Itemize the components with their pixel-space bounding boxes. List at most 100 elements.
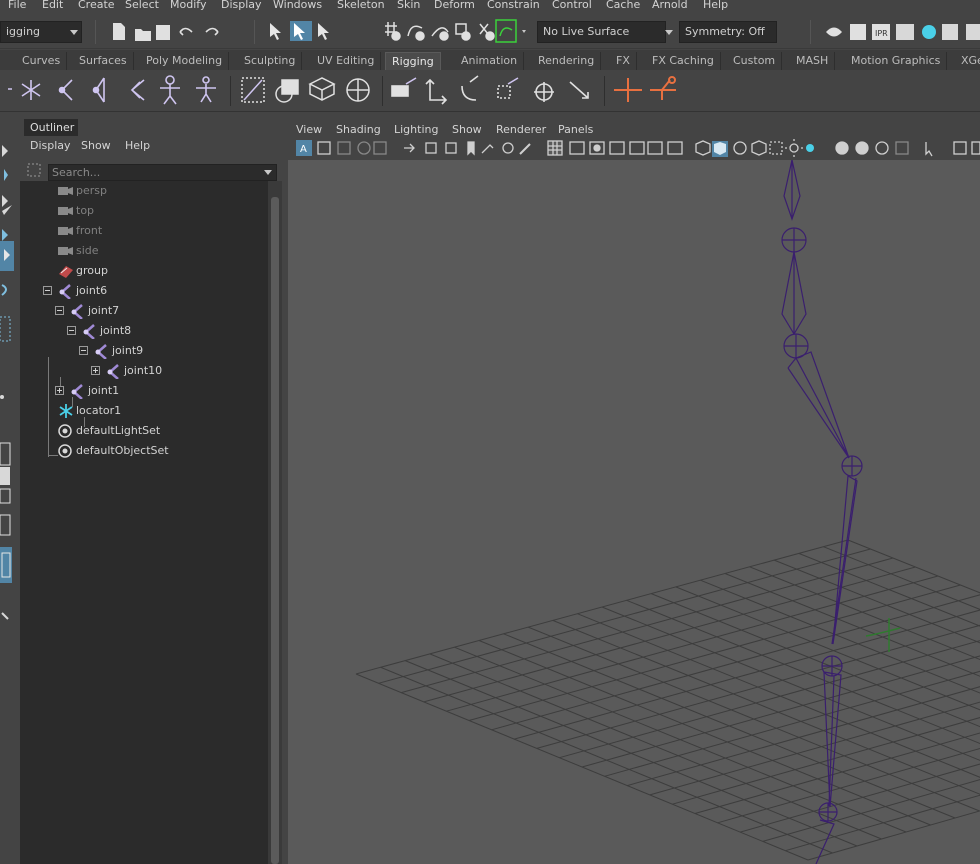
chevron-down-icon[interactable]	[665, 30, 673, 35]
rigging-shelf	[0, 70, 980, 112]
search-placeholder: Search...	[52, 166, 101, 179]
snap-tools-icons[interactable]	[380, 18, 530, 44]
menu-skeleton[interactable]: Skeleton	[337, 0, 385, 11]
menu-constrain[interactable]: Constrain	[487, 0, 540, 11]
list-item[interactable]: group	[20, 261, 268, 281]
tab-uv-editing[interactable]: UV Editing	[311, 52, 382, 70]
list-item[interactable]: defaultLightSet	[20, 421, 268, 441]
viewport-toolbar: A	[286, 138, 980, 159]
panel-menu-shading[interactable]: Shading	[336, 123, 381, 136]
expand-icon[interactable]	[55, 386, 64, 395]
outliner-title-tab[interactable]: Outliner	[24, 119, 78, 136]
toolbar-divider	[254, 20, 255, 44]
item-label: joint7	[88, 304, 120, 317]
select-mode-icons[interactable]	[266, 19, 338, 43]
list-item[interactable]: joint6	[20, 281, 268, 301]
list-item[interactable]: side	[20, 241, 268, 261]
live-surface-label: No Live Surface	[543, 25, 630, 38]
list-item[interactable]: joint8	[20, 321, 268, 341]
menu-create[interactable]: Create	[78, 0, 115, 11]
grid-line	[604, 670, 980, 777]
outliner-menu-show[interactable]: Show	[81, 139, 111, 152]
grid-line	[581, 655, 980, 768]
list-item[interactable]: joint7	[20, 301, 268, 321]
menu-control[interactable]: Control	[552, 0, 592, 11]
outliner-tree: persp top front side group joint6 joint7	[20, 181, 268, 864]
tab-mash[interactable]: MASH	[790, 52, 836, 70]
chevron-down-icon[interactable]	[264, 170, 272, 175]
outliner-scrollbar[interactable]	[268, 181, 282, 864]
list-item[interactable]: defaultObjectSet	[20, 441, 268, 461]
panel-menu-panels[interactable]: Panels	[558, 123, 593, 136]
panel-menu-lighting[interactable]: Lighting	[394, 123, 438, 136]
render-tools-icons[interactable]: IPR	[822, 20, 980, 44]
collapse-icon[interactable]	[43, 286, 52, 295]
item-label: top	[76, 204, 95, 217]
tab-poly-modeling[interactable]: Poly Modeling	[140, 52, 230, 70]
tool-icons[interactable]	[0, 117, 16, 637]
menu-deform[interactable]: Deform	[434, 0, 475, 11]
tab-sculpting[interactable]: Sculpting	[238, 52, 303, 70]
menu-help[interactable]: Help	[703, 0, 728, 11]
live-surface-field[interactable]: No Live Surface	[537, 21, 666, 43]
tab-rigging[interactable]: Rigging	[385, 52, 441, 70]
collapse-icon[interactable]	[79, 346, 88, 355]
list-item[interactable]: joint10	[20, 361, 268, 381]
menu-windows[interactable]: Windows	[273, 0, 322, 11]
tab-animation[interactable]: Animation	[455, 52, 525, 70]
rigging-shelf-icons[interactable]	[0, 70, 690, 112]
list-item[interactable]: locator1	[20, 401, 268, 421]
panel-menu-renderer[interactable]: Renderer	[496, 123, 546, 136]
tab-xgen[interactable]: XGe	[955, 52, 980, 70]
menu-skin[interactable]: Skin	[397, 0, 420, 11]
menu-modify[interactable]: Modify	[170, 0, 206, 11]
viewport-canvas[interactable]	[288, 160, 980, 864]
item-label: joint9	[112, 344, 144, 357]
ground-grid	[355, 539, 980, 861]
camera-icon	[58, 187, 73, 195]
item-label: joint8	[100, 324, 132, 337]
tab-fx[interactable]: FX	[610, 52, 637, 70]
tab-fx-caching[interactable]: FX Caching	[646, 52, 721, 70]
expand-icon[interactable]	[91, 366, 100, 375]
chevron-down-icon	[70, 30, 78, 35]
symmetry-dropdown[interactable]: Symmetry: Off	[679, 21, 777, 43]
outliner-search-input[interactable]: Search...	[48, 164, 277, 181]
scrollbar-thumb[interactable]	[271, 197, 279, 864]
camera-icon	[58, 207, 73, 215]
item-label: persp	[76, 184, 107, 197]
menu-select[interactable]: Select	[125, 0, 159, 11]
list-item[interactable]: front	[20, 221, 268, 241]
collapse-icon[interactable]	[67, 326, 76, 335]
tab-custom[interactable]: Custom	[727, 52, 783, 70]
list-item[interactable]: top	[20, 201, 268, 221]
filter-icon[interactable]	[26, 162, 42, 178]
panel-menu-view[interactable]: View	[296, 123, 322, 136]
grid-line	[601, 606, 980, 761]
item-label: side	[76, 244, 99, 257]
item-label: front	[76, 224, 103, 237]
outliner-menu-display[interactable]: Display	[30, 139, 71, 152]
outliner-menu-help[interactable]: Help	[125, 139, 150, 152]
panel-menu-show[interactable]: Show	[452, 123, 482, 136]
collapse-icon[interactable]	[55, 306, 64, 315]
list-item[interactable]: joint1	[20, 381, 268, 401]
tab-rendering[interactable]: Rendering	[532, 52, 602, 70]
3d-viewport[interactable]	[288, 160, 980, 864]
joint-icon	[107, 364, 119, 379]
file-tools-icons[interactable]	[108, 20, 223, 44]
tab-motion-graphics[interactable]: Motion Graphics	[845, 52, 948, 70]
menu-arnold[interactable]: Arnold	[652, 0, 688, 11]
svg-text:IPR: IPR	[875, 29, 888, 38]
menu-edit[interactable]: Edit	[42, 0, 63, 11]
list-item[interactable]: persp	[20, 181, 268, 201]
menu-cache[interactable]: Cache	[606, 0, 640, 11]
tab-surfaces[interactable]: Surfaces	[73, 52, 134, 70]
viewport-toolbar-icons[interactable]: A	[286, 138, 980, 159]
list-item[interactable]: joint9	[20, 341, 268, 361]
menu-display[interactable]: Display	[221, 0, 262, 11]
tab-curves[interactable]: Curves	[16, 52, 68, 70]
grid-line	[717, 748, 980, 824]
viewport-panel: View Shading Lighting Show Renderer Pane…	[286, 117, 980, 864]
menu-file[interactable]: File	[8, 0, 26, 11]
